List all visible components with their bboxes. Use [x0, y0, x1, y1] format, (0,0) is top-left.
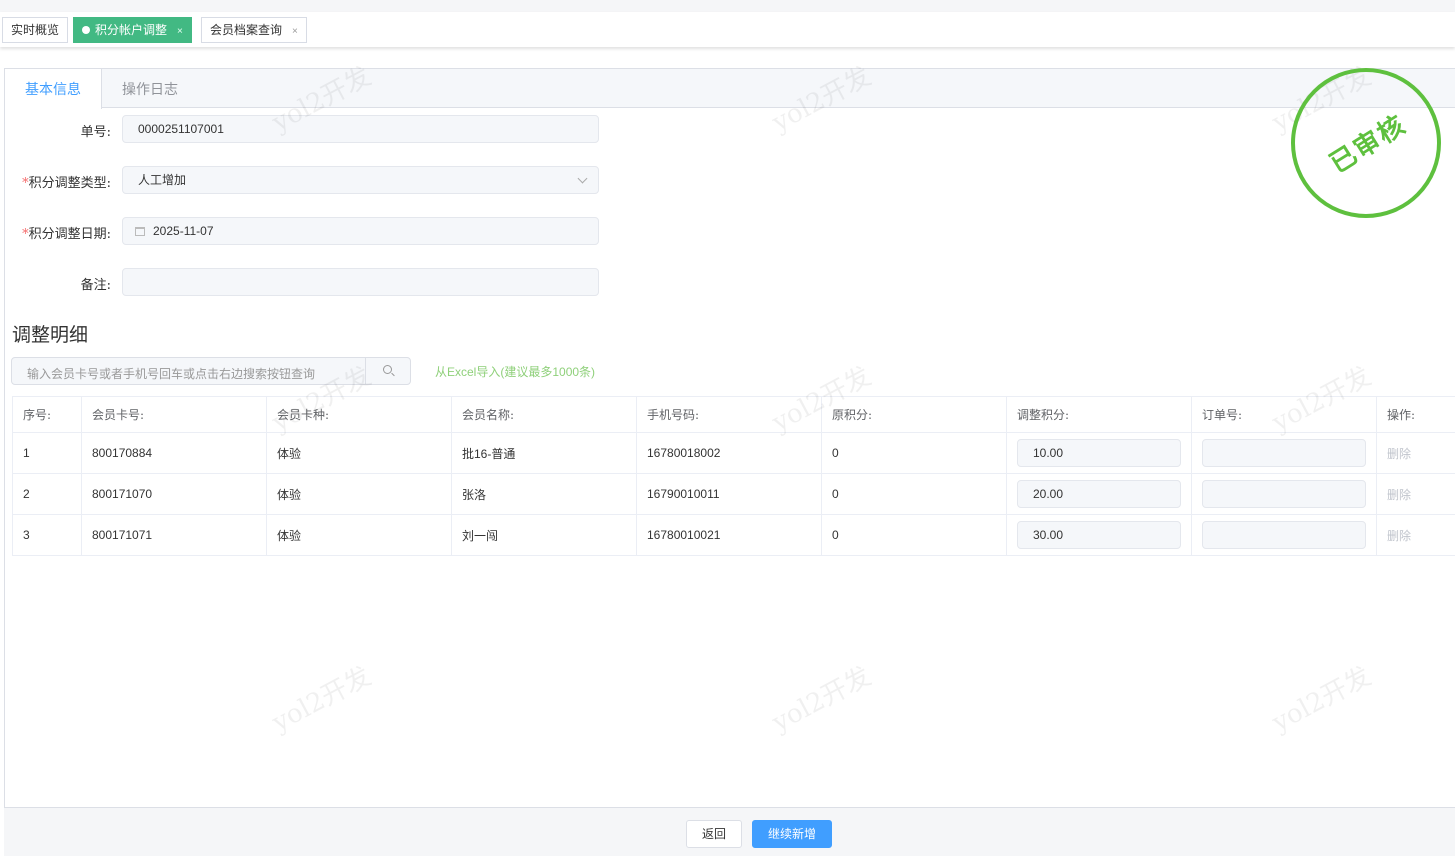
delete-link[interactable]: 删除 — [1387, 529, 1411, 543]
header-phone: 手机号码: — [636, 396, 822, 433]
cell-card-no: 800170884 — [81, 432, 267, 474]
cell-no: 1 — [12, 432, 82, 474]
excel-import-link[interactable]: 从Excel导入(建议最多1000条) — [435, 363, 595, 380]
order-no-input[interactable] — [1202, 480, 1366, 508]
tab-label: 会员档案查询 — [210, 23, 283, 37]
remark-field[interactable] — [122, 268, 599, 296]
search-icon — [383, 365, 392, 374]
cell-card-type: 体验 — [266, 473, 452, 515]
page-tab-bar: 实时概览 积分帐户调整 × 会员档案查询 × — [0, 12, 1455, 47]
watermark: yol2开发 — [267, 661, 377, 739]
cell-phone: 16790010011 — [636, 473, 822, 515]
tab-basic-info[interactable]: 基本信息 — [5, 69, 102, 109]
cell-orig-points: 0 — [821, 473, 1007, 515]
header-action: 操作: — [1376, 396, 1455, 433]
adjust-type-label: *积分调整类型: — [22, 176, 111, 191]
stamp-text: 已审核 — [1324, 108, 1412, 179]
cell-card-type: 体验 — [266, 514, 452, 556]
close-icon[interactable]: × — [292, 26, 298, 37]
tab-label: 实时概览 — [11, 23, 60, 37]
cell-phone: 16780010021 — [636, 514, 822, 556]
cell-member-name: 张洛 — [451, 473, 637, 515]
header-adjust-points: 调整积分: — [1006, 396, 1192, 433]
page-tab-member-query[interactable]: 会员档案查询 × — [201, 17, 307, 43]
top-strip — [0, 0, 1455, 12]
cell-no: 3 — [12, 514, 82, 556]
cell-action: 删除 — [1376, 432, 1455, 474]
cell-card-no: 800171070 — [81, 473, 267, 515]
watermark: yol2开发 — [767, 661, 877, 739]
delete-link[interactable]: 删除 — [1387, 447, 1411, 461]
cell-order-no — [1191, 473, 1377, 515]
adjust-points-input[interactable]: 30.00 — [1017, 521, 1181, 549]
adjust-detail-table: 序号: 会员卡号: 会员卡种: 会员名称: 手机号码: 原积分: 调整积分: 订… — [12, 396, 1455, 556]
order-no-input[interactable] — [1202, 521, 1366, 549]
footer-bar: 返回 继续新增 — [4, 808, 1455, 856]
cell-adjust-points: 10.00 — [1006, 432, 1192, 474]
cell-member-name: 刘一闯 — [451, 514, 637, 556]
cell-order-no — [1191, 432, 1377, 474]
page-tab-points-adjust[interactable]: 积分帐户调整 × — [73, 17, 192, 43]
adjust-type-select[interactable]: 人工增加 — [122, 166, 599, 194]
delete-link[interactable]: 删除 — [1387, 488, 1411, 502]
cell-phone: 16780018002 — [636, 432, 822, 474]
watermark: yol2开发 — [1267, 661, 1377, 739]
header-no: 序号: — [12, 396, 82, 433]
cell-card-type: 体验 — [266, 432, 452, 474]
cell-orig-points: 0 — [821, 432, 1007, 474]
header-card-no: 会员卡号: — [81, 396, 267, 433]
table-row: 1 800170884 体验 批16-普通 16780018002 0 10.0… — [12, 432, 1455, 474]
header-member-name: 会员名称: — [451, 396, 637, 433]
continue-add-button[interactable]: 继续新增 — [752, 820, 832, 848]
table-row: 2 800171070 体验 张洛 16790010011 0 20.00 删除 — [12, 473, 1455, 515]
active-dot-icon — [82, 26, 90, 34]
cell-card-no: 800171071 — [81, 514, 267, 556]
cell-adjust-points: 30.00 — [1006, 514, 1192, 556]
cell-no: 2 — [12, 473, 82, 515]
search-button[interactable] — [365, 358, 410, 384]
search-placeholder: 输入会员卡号或者手机号回车或点击右边搜索按钮查询 — [27, 367, 316, 381]
tab-operation-log[interactable]: 操作日志 — [102, 69, 198, 109]
cell-action: 删除 — [1376, 514, 1455, 556]
calendar-icon — [135, 227, 145, 236]
cell-adjust-points: 20.00 — [1006, 473, 1192, 515]
header-orig-points: 原积分: — [821, 396, 1007, 433]
order-no-input[interactable] — [1202, 439, 1366, 467]
form-tab-header: 基本信息 操作日志 — [5, 69, 1455, 109]
form-panel: 基本信息 操作日志 单号: 0000251107001 *积分调整类型: 人工增… — [4, 61, 1455, 808]
tab-label: 积分帐户调整 — [95, 23, 168, 37]
page-tab-overview[interactable]: 实时概览 — [2, 17, 69, 43]
adjust-points-input[interactable]: 10.00 — [1017, 439, 1181, 467]
cell-member-name: 批16-普通 — [451, 432, 637, 474]
adjust-points-input[interactable]: 20.00 — [1017, 480, 1181, 508]
section-title: 调整明细 — [12, 324, 89, 346]
cell-action: 删除 — [1376, 473, 1455, 515]
member-search-input[interactable]: 输入会员卡号或者手机号回车或点击右边搜索按钮查询 — [11, 357, 411, 385]
close-icon[interactable]: × — [177, 26, 183, 37]
cell-orig-points: 0 — [821, 514, 1007, 556]
back-button[interactable]: 返回 — [686, 820, 742, 848]
order-no-label: 单号: — [80, 125, 111, 140]
adjust-date-label: *积分调整日期: — [22, 227, 111, 242]
cell-order-no — [1191, 514, 1377, 556]
adjust-date-picker[interactable]: 2025-11-07 — [122, 217, 599, 245]
remark-label: 备注: — [80, 278, 111, 293]
order-no-field[interactable]: 0000251107001 — [122, 115, 599, 143]
chevron-down-icon — [577, 173, 588, 184]
table-header-row: 序号: 会员卡号: 会员卡种: 会员名称: 手机号码: 原积分: 调整积分: 订… — [12, 396, 1455, 433]
approved-stamp: 已审核 — [1291, 68, 1441, 218]
header-order-no: 订单号: — [1191, 396, 1377, 433]
table-row: 3 800171071 体验 刘一闯 16780010021 0 30.00 删… — [12, 514, 1455, 556]
header-card-type: 会员卡种: — [266, 396, 452, 433]
